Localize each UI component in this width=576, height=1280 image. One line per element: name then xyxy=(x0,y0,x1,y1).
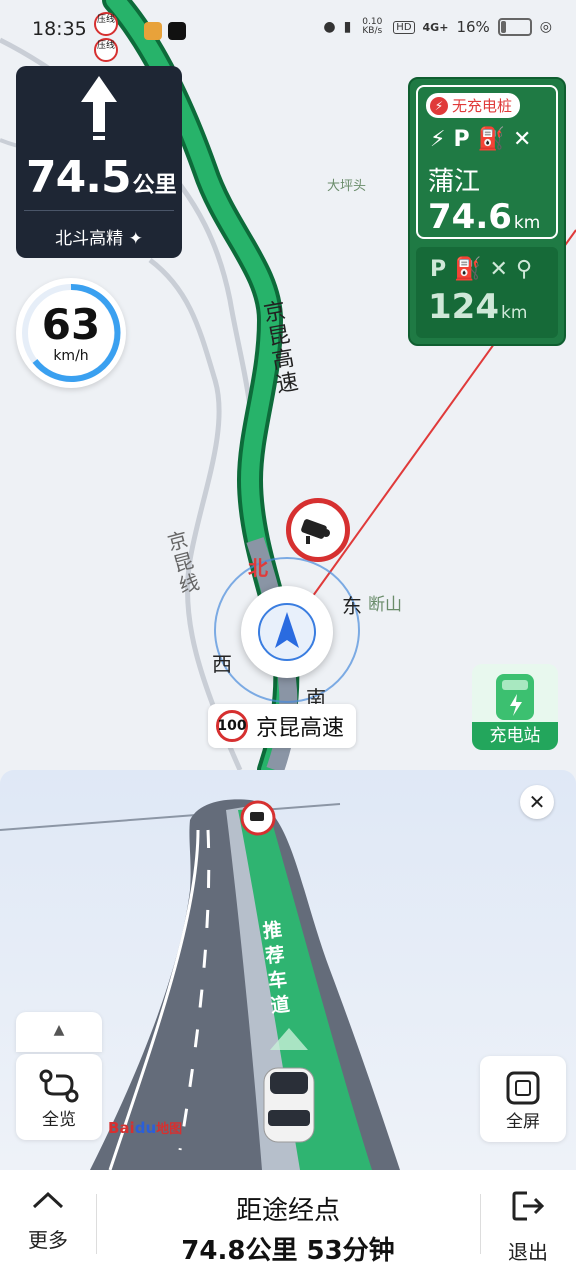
network-type: 4G+ xyxy=(422,20,449,34)
positioning-status: 北斗高精 ✦ xyxy=(16,224,182,249)
divider xyxy=(24,210,174,211)
compass-north: 北 xyxy=(248,556,268,580)
charging-station-icon xyxy=(496,674,534,720)
hd-icon: HD xyxy=(393,20,415,34)
current-speed: 63 xyxy=(41,300,101,349)
speedometer: 63 km/h xyxy=(16,278,126,388)
fullscreen-icon xyxy=(506,1071,540,1105)
no-charger-badge: ⚡ 无充电桩 xyxy=(426,93,521,118)
exit-label: 退出 xyxy=(508,1240,548,1264)
service-amenities-2: P ⛽ ✕ ⚲ xyxy=(430,257,532,282)
brand-middle: du xyxy=(134,1119,157,1137)
service-area-2-distance: 124 km xyxy=(428,287,527,327)
current-location-icon xyxy=(241,586,333,678)
more-button[interactable]: 更多 xyxy=(0,1190,96,1253)
service-area-distance: 74.6 km xyxy=(428,197,540,237)
maneuver-distance-unit: 公里 xyxy=(132,173,177,198)
restroom-icon: ⚲ xyxy=(515,257,533,282)
service-area-distance-value: 74.6 xyxy=(428,197,512,237)
overview-label: 全览 xyxy=(42,1110,76,1130)
parking-icon: P xyxy=(430,257,447,282)
status-right: ● ▮ 0.10 KB/s HD 4G+ 16% ◎ xyxy=(323,18,552,36)
exit-icon xyxy=(512,1191,545,1221)
maneuver-distance: 74.5 公里 xyxy=(26,152,177,203)
positioning-label: 北斗高精 xyxy=(55,229,124,249)
service-amenities: ⚡ P ⛽ ✕ xyxy=(430,127,531,152)
brand-prefix: Bai xyxy=(108,1119,135,1137)
chevron-up-icon xyxy=(32,1191,64,1209)
brand-suffix: 地图 xyxy=(156,1122,183,1137)
speed-unit: km/h xyxy=(53,348,89,364)
baidu-map-logo: Baidu地图 xyxy=(108,1118,182,1137)
more-label: 更多 xyxy=(28,1228,68,1252)
compass-east: 东 xyxy=(342,594,362,618)
app-icon xyxy=(144,22,162,40)
place-label: 大坪头 xyxy=(327,179,367,194)
status-time: 18:35 xyxy=(32,18,87,40)
lane-warning-icon: 压线 xyxy=(94,38,118,62)
notification-icons: 压线 压线 xyxy=(94,12,118,62)
compass-west: 西 xyxy=(212,652,232,676)
divider xyxy=(96,1194,97,1254)
fuel-icon: ⛽ xyxy=(477,127,505,152)
overview-button[interactable]: 全览 xyxy=(16,1054,102,1140)
service-area-card[interactable]: ⚡ 无充电桩 ⚡ P ⛽ ✕ 蒲江 74.6 km P ⛽ ✕ ⚲ 124 km xyxy=(408,77,566,346)
lane-warning-icon: 压线 xyxy=(94,12,118,36)
close-lane-view-button[interactable]: ✕ xyxy=(520,785,554,819)
status-bar: 18:35 压线 压线 ● ▮ 0.10 KB/s HD 4G+ 16% ◎ xyxy=(0,0,576,62)
service-area-distance-unit: km xyxy=(513,213,541,233)
service-area-2-distance-unit: km xyxy=(500,303,528,323)
chevron-up-icon: ▲ xyxy=(53,1022,65,1038)
waypoint-remaining: 74.8公里 53分钟 xyxy=(181,1236,395,1266)
no-charger-label: 无充电桩 xyxy=(452,97,513,115)
current-road-name: 京昆高速 xyxy=(256,716,345,741)
location-icon: ● xyxy=(323,19,336,35)
exit-button[interactable]: 退出 xyxy=(480,1190,576,1265)
satellite-icon: ✦ xyxy=(128,229,143,249)
maneuver-distance-value: 74.5 xyxy=(26,152,132,203)
service-area-2-distance-value: 124 xyxy=(428,287,499,327)
close-icon: ✕ xyxy=(528,790,546,814)
mic-icon: ▮ xyxy=(343,19,352,35)
next-maneuver-card: 74.5 公里 北斗高精 ✦ xyxy=(16,66,182,258)
straight-arrow-icon xyxy=(81,76,117,140)
fuel-icon: ⛽ xyxy=(454,257,482,282)
expand-panel-button[interactable]: ▲ xyxy=(16,1012,102,1052)
battery-percent: 16% xyxy=(456,18,490,36)
bottom-bar: 更多 距途经点 74.8公里 53分钟 退出 xyxy=(0,1170,576,1280)
fullscreen-button[interactable]: 全屏 xyxy=(480,1056,566,1142)
fullscreen-label: 全屏 xyxy=(506,1112,540,1132)
route-overview-icon xyxy=(39,1069,79,1103)
charging-station-label: 充电站 xyxy=(472,722,558,750)
speed-limit-sign: 100 xyxy=(216,710,248,742)
restaurant-icon: ✕ xyxy=(489,257,508,282)
restaurant-icon: ✕ xyxy=(512,127,532,152)
power-saver-icon: ◎ xyxy=(539,19,552,35)
parking-icon: P xyxy=(453,127,470,152)
app-icon xyxy=(168,22,186,40)
charging-icon: ⚡ xyxy=(430,127,446,152)
net-speed: 0.10 KB/s xyxy=(362,17,383,36)
charging-station-button[interactable]: 充电站 xyxy=(472,664,558,750)
waypoint-title: 距途经点 xyxy=(235,1196,340,1226)
current-road-pill: 100 京昆高速 xyxy=(208,704,357,748)
place-label: 断山 xyxy=(368,595,402,615)
service-area-name: 蒲江 xyxy=(428,167,481,197)
speed-camera-icon xyxy=(286,498,350,562)
battery-icon xyxy=(497,18,532,36)
charging-icon: ⚡ xyxy=(430,96,448,115)
